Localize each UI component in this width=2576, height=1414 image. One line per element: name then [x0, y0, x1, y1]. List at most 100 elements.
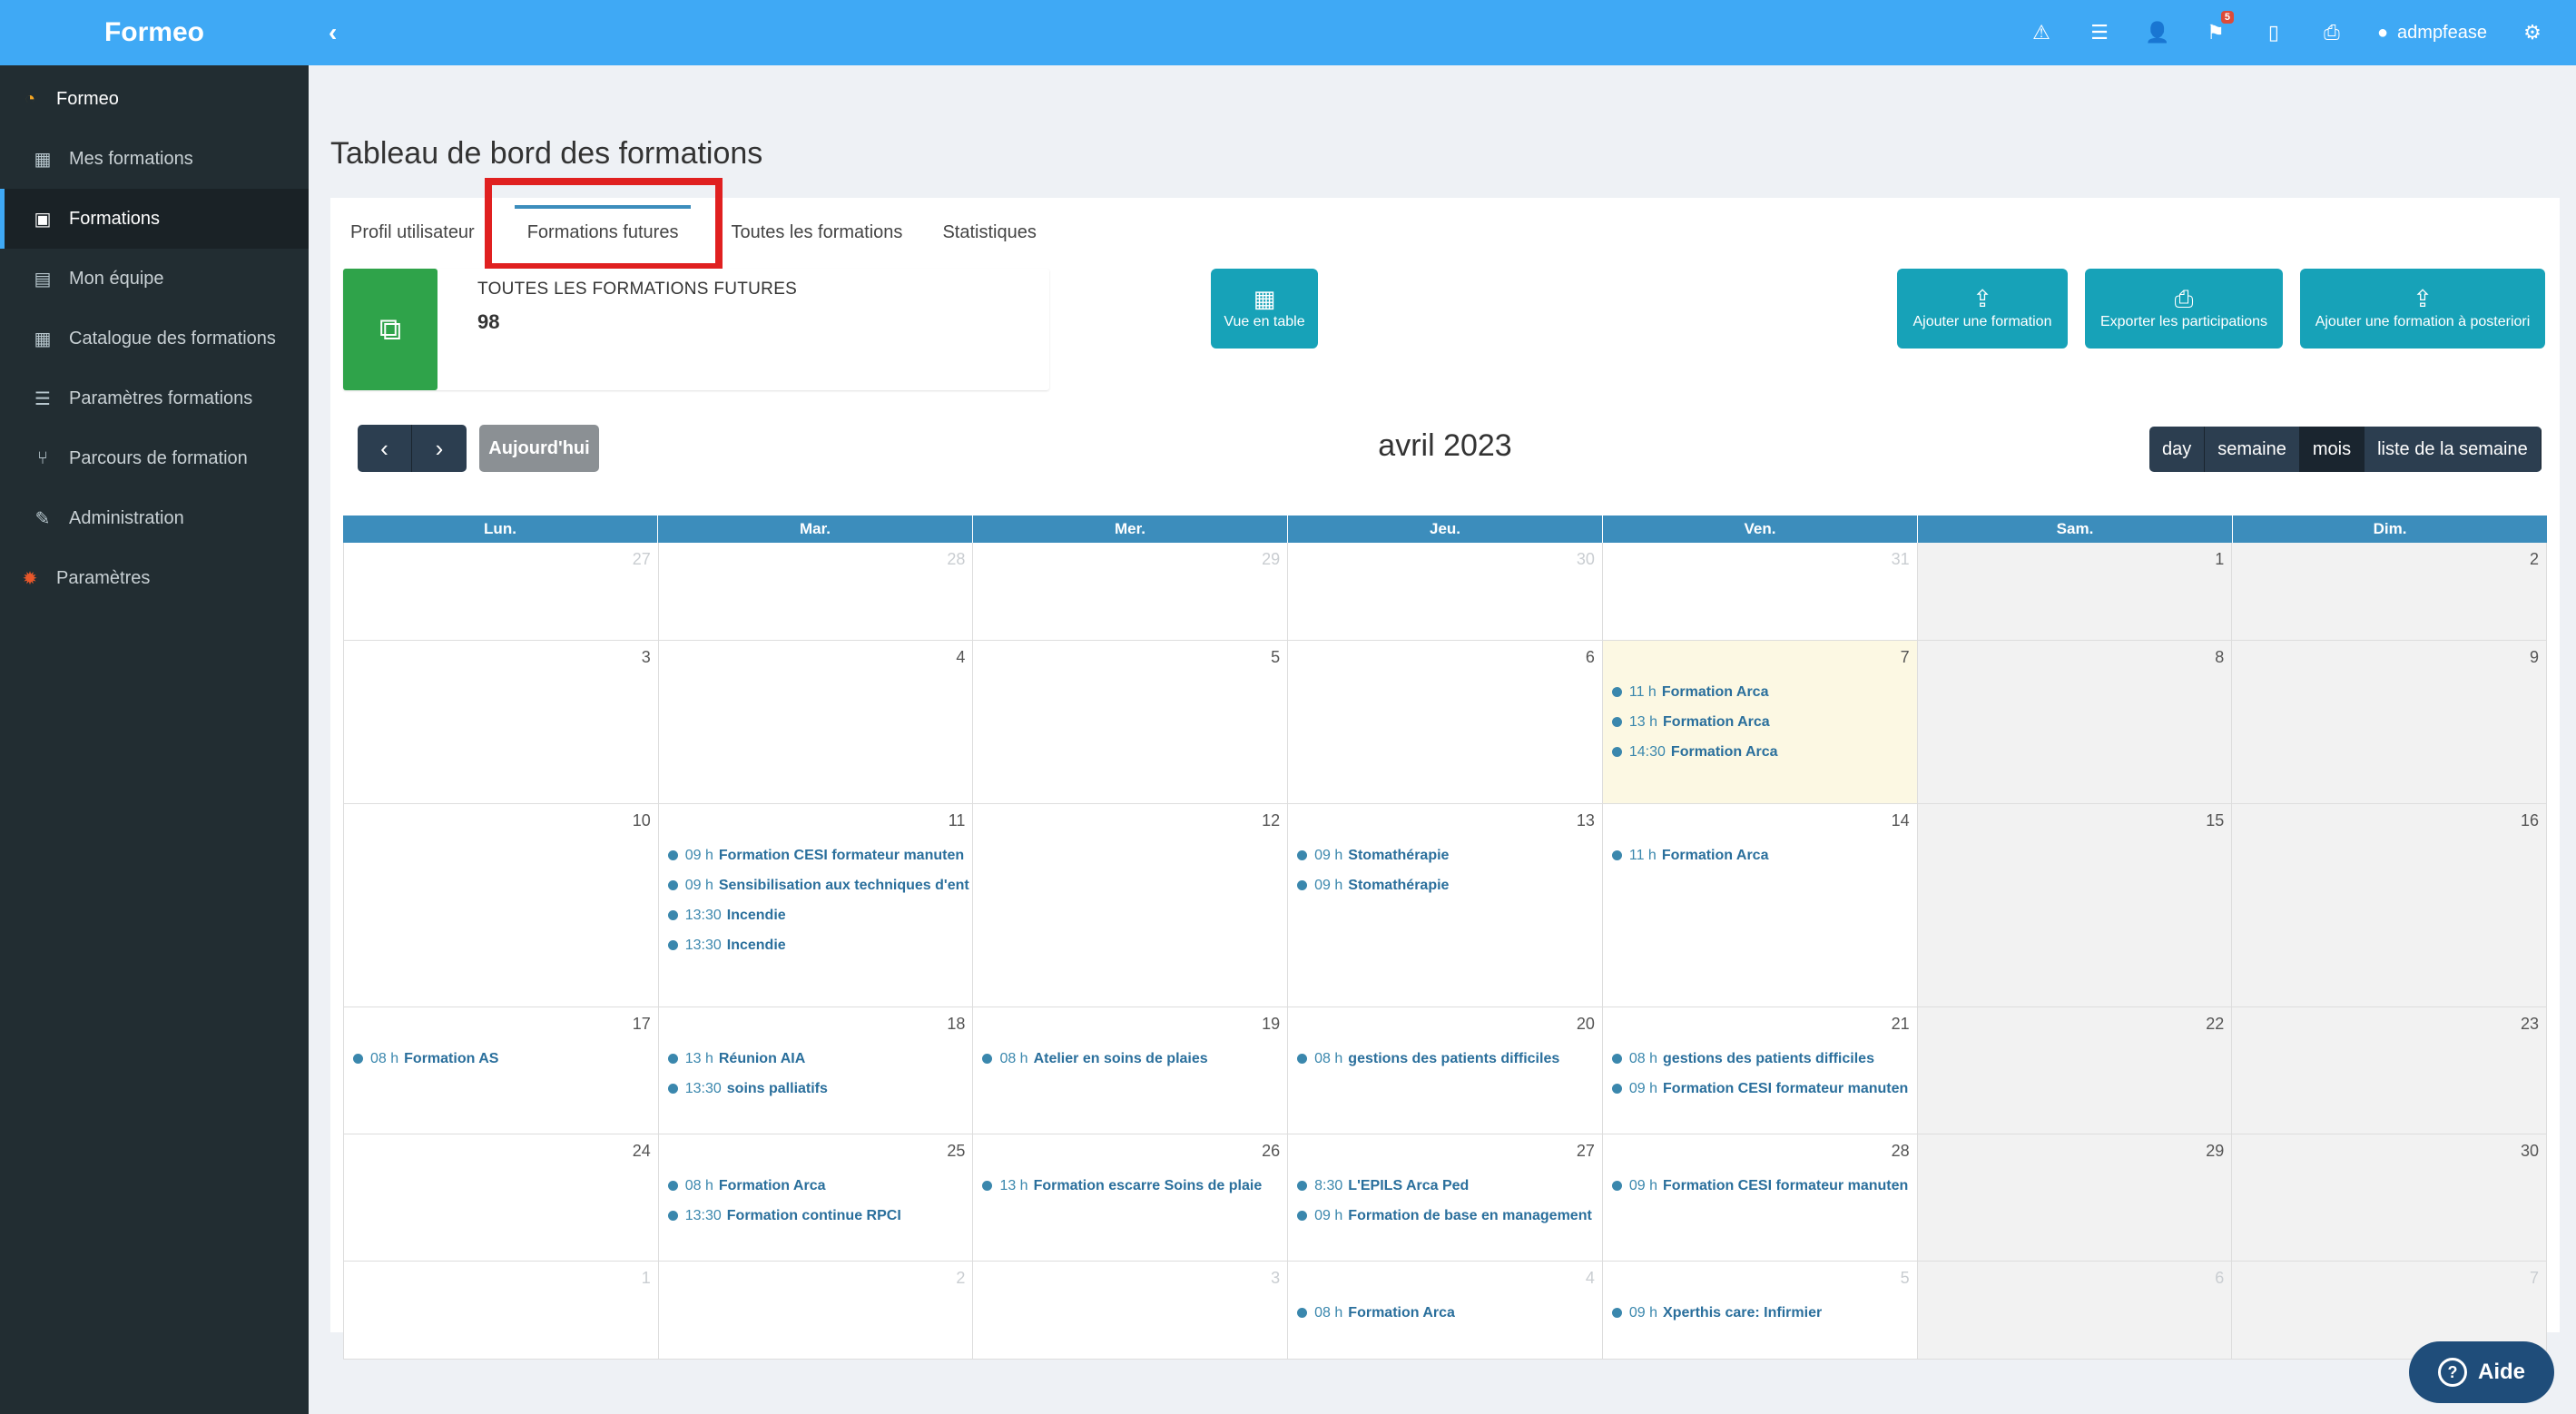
tab-toutes-les-formations[interactable]: Toutes les formations: [711, 205, 922, 260]
calendar-event[interactable]: 09 h Sensibilisation aux techniques d'ent: [667, 870, 973, 900]
calendar-day[interactable]: 4 08 h Formation Arca: [1288, 1262, 1603, 1360]
collapse-sidebar-icon[interactable]: ‹: [329, 18, 337, 47]
calendar-event[interactable]: 09 h Formation de base en management: [1297, 1201, 1602, 1231]
sidebar-item-formations[interactable]: ▣ Formations: [0, 189, 309, 249]
calendar-day[interactable]: 5 09 h Xperthis care: Infirmier: [1602, 1262, 1918, 1360]
event-dot-icon: [353, 1054, 363, 1064]
calendar-day[interactable]: 25 08 h Formation Arca 13:30 Formation conti…: [658, 1134, 974, 1262]
calendar-day[interactable]: 28 09 h Formation CESI formateur manuten: [1602, 1134, 1918, 1262]
calendar-event[interactable]: 09 h Formation CESI formateur manuten: [667, 840, 973, 870]
calendar-event[interactable]: 13:30 Formation continue RPCI: [667, 1201, 973, 1231]
calendar-event[interactable]: 09 h Stomathérapie: [1297, 840, 1602, 870]
sidebar-item-mon-equipe[interactable]: ▤ Mon équipe: [0, 249, 309, 309]
day-events: 11 h Formation Arca: [1611, 840, 1917, 870]
calendar-event[interactable]: 08 h Formation Arca: [667, 1171, 973, 1201]
calendar-event[interactable]: 08 h Atelier en soins de plaies: [982, 1044, 1287, 1074]
calendar-event[interactable]: 13 h Formation Arca: [1611, 707, 1917, 737]
settings-gears-icon[interactable]: ⚙: [2503, 0, 2561, 65]
event-time: 13:30: [684, 937, 722, 953]
calendar-day[interactable]: 15: [1917, 804, 2233, 1007]
calendar-day[interactable]: 29: [1917, 1134, 2233, 1262]
calendar-event[interactable]: 8:30 L'EPILS Arca Ped: [1297, 1171, 1602, 1201]
calendar-day[interactable]: 14 11 h Formation Arca: [1602, 804, 1918, 1007]
file-icon[interactable]: ▯: [2245, 0, 2303, 65]
calendar-day[interactable]: 24: [344, 1134, 659, 1262]
tab-statistiques[interactable]: Statistiques: [922, 205, 1056, 260]
calendar-day[interactable]: 6: [1288, 641, 1603, 804]
calendar-day[interactable]: 4: [658, 641, 974, 804]
calendar-event[interactable]: 13:30 Incendie: [667, 900, 973, 930]
warning-icon[interactable]: ⚠: [2012, 0, 2070, 65]
table-view-button[interactable]: ▦ Vue en table: [1211, 269, 1318, 349]
calendar-event[interactable]: 08 h Formation AS: [353, 1044, 658, 1074]
calendar-day[interactable]: 29: [973, 543, 1289, 641]
brand-logo[interactable]: Formeo: [0, 0, 309, 65]
calendar-event[interactable]: 09 h Formation CESI formateur manuten: [1611, 1074, 1917, 1104]
calendar-event[interactable]: 11 h Formation Arca: [1611, 677, 1917, 707]
calendar-event[interactable]: 13 h Réunion AIA: [667, 1044, 973, 1074]
calendar-day[interactable]: 23: [2232, 1007, 2548, 1134]
calendar-day[interactable]: 20 08 h gestions des patients difficiles: [1288, 1007, 1603, 1134]
calendar-day[interactable]: 2: [658, 1262, 974, 1360]
calendar-day[interactable]: 17 08 h Formation AS: [344, 1007, 659, 1134]
calendar-day[interactable]: 11 09 h Formation CESI formateur manuten 09…: [658, 804, 974, 1007]
add-posteriori-button[interactable]: ⇪ Ajouter une formation à posteriori: [2300, 269, 2545, 349]
sidebar-item-parametres-formations[interactable]: ☰ Paramètres formations: [0, 368, 309, 428]
user-plus-icon[interactable]: 👤: [2129, 0, 2187, 65]
calendar-day[interactable]: 21 08 h gestions des patients difficiles 09…: [1602, 1007, 1918, 1134]
calendar-day[interactable]: 10: [344, 804, 659, 1007]
sidebar-item-parcours[interactable]: ⑂ Parcours de formation: [0, 428, 309, 488]
view-month-button[interactable]: mois: [2299, 427, 2365, 472]
help-button[interactable]: ? Aide: [2409, 1341, 2554, 1403]
view-day-button[interactable]: day: [2149, 427, 2206, 472]
calendar-event[interactable]: 14:30 Formation Arca: [1611, 737, 1917, 767]
sidebar-item-formeo[interactable]: ◔ Formeo: [0, 69, 309, 129]
calendar-day[interactable]: 26 13 h Formation escarre Soins de plaie: [973, 1134, 1289, 1262]
calendar-event[interactable]: 13:30 Incendie: [667, 930, 973, 960]
calendar-day[interactable]: 22: [1917, 1007, 2233, 1134]
calendar-day[interactable]: 2: [2232, 543, 2548, 641]
calendar-event[interactable]: 08 h Formation Arca: [1297, 1298, 1602, 1328]
tab-profil-utilisateur[interactable]: Profil utilisateur: [330, 205, 495, 260]
calendar-day[interactable]: 27 8:30 L'EPILS Arca Ped 09 h Formation de b…: [1288, 1134, 1603, 1262]
calendar-event[interactable]: 09 h Formation CESI formateur manuten: [1611, 1171, 1917, 1201]
sidebar-item-administration[interactable]: ✎ Administration: [0, 488, 309, 548]
calendar-event[interactable]: 09 h Stomathérapie: [1297, 870, 1602, 900]
calendar-day[interactable]: 1: [1917, 543, 2233, 641]
calendar-day[interactable]: 6: [1917, 1262, 2233, 1360]
print-icon[interactable]: ⎙: [2303, 0, 2361, 65]
calendar-day[interactable]: 30: [1288, 543, 1603, 641]
calendar-day[interactable]: 27: [344, 543, 659, 641]
sidebar-item-parametres[interactable]: ✹ Paramètres: [0, 548, 309, 608]
calendar-day[interactable]: 30: [2232, 1134, 2548, 1262]
calendar-day[interactable]: 3: [973, 1262, 1289, 1360]
calendar-day[interactable]: 28: [658, 543, 974, 641]
list-icon[interactable]: ☰: [2070, 0, 2129, 65]
calendar-event[interactable]: 08 h gestions des patients difficiles: [1611, 1044, 1917, 1074]
user-menu[interactable]: ● admpfease: [2361, 23, 2503, 44]
calendar-day[interactable]: 3: [344, 641, 659, 804]
calendar-event[interactable]: 11 h Formation Arca: [1611, 840, 1917, 870]
add-training-button[interactable]: ⇪ Ajouter une formation: [1897, 269, 2068, 349]
flag-icon[interactable]: ⚑ 5: [2187, 0, 2245, 65]
calendar-day[interactable]: 1: [344, 1262, 659, 1360]
calendar-day[interactable]: 5: [973, 641, 1289, 804]
calendar-day[interactable]: 31: [1602, 543, 1918, 641]
calendar-event[interactable]: 08 h gestions des patients difficiles: [1297, 1044, 1602, 1074]
calendar-day-today[interactable]: 7 11 h Formation Arca 13 h Formation Arca 14:…: [1602, 641, 1918, 804]
calendar-event[interactable]: 13:30 soins palliatifs: [667, 1074, 973, 1104]
view-week-list-button[interactable]: liste de la semaine: [2365, 427, 2542, 472]
calendar-event[interactable]: 09 h Xperthis care: Infirmier: [1611, 1298, 1917, 1328]
calendar-day[interactable]: 19 08 h Atelier en soins de plaies: [973, 1007, 1289, 1134]
calendar-day[interactable]: 18 13 h Réunion AIA 13:30 soins palliatifs: [658, 1007, 974, 1134]
calendar-day[interactable]: 12: [973, 804, 1289, 1007]
view-week-button[interactable]: semaine: [2205, 427, 2300, 472]
calendar-day[interactable]: 8: [1917, 641, 2233, 804]
calendar-day[interactable]: 16: [2232, 804, 2548, 1007]
calendar-day[interactable]: 13 09 h Stomathérapie 09 h Stomathérapie: [1288, 804, 1603, 1007]
sidebar-item-mes-formations[interactable]: ▦ Mes formations: [0, 129, 309, 189]
calendar-day[interactable]: 9: [2232, 641, 2548, 804]
export-participations-button[interactable]: ⎙ Exporter les participations: [2085, 269, 2283, 349]
calendar-event[interactable]: 13 h Formation escarre Soins de plaie: [982, 1171, 1287, 1201]
sidebar-item-catalogue[interactable]: ▦ Catalogue des formations: [0, 309, 309, 368]
